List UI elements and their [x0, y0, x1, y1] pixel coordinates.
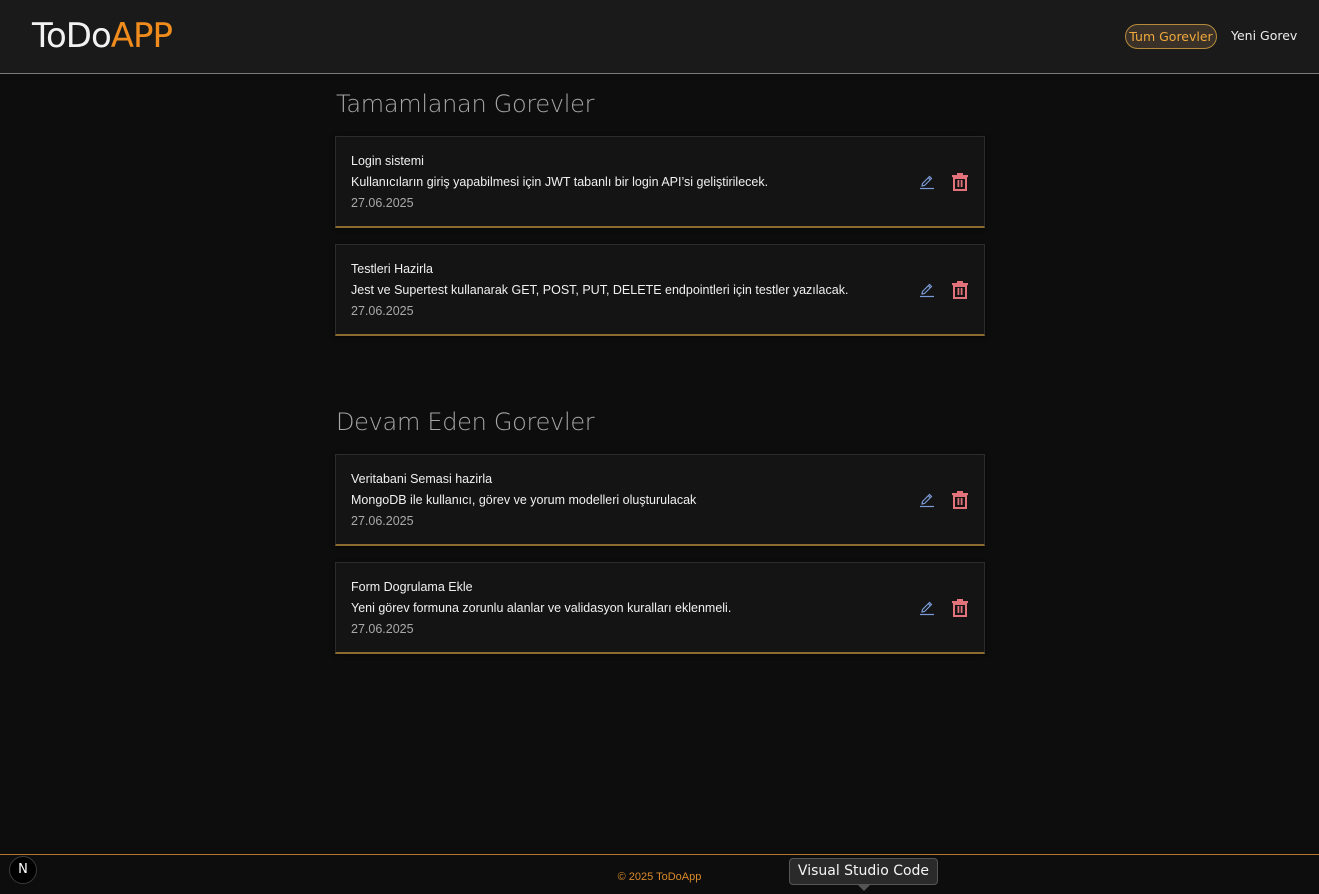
- nextjs-dev-badge[interactable]: N: [9, 856, 37, 884]
- task-description: Kullanıcıların giriş yapabilmesi için JW…: [351, 175, 769, 189]
- section-title-in-progress: Devam Eden Gorevler: [336, 408, 595, 436]
- pencil-icon[interactable]: [919, 492, 935, 508]
- logo-text-app: APP: [110, 16, 173, 56]
- task-description: Yeni görev formuna zorunlu alanlar ve va…: [351, 601, 732, 615]
- section-title-completed: Tamamlanan Gorevler: [336, 90, 595, 118]
- footer: © 2025 ToDoApp: [0, 854, 1319, 894]
- pencil-icon[interactable]: [919, 282, 935, 298]
- nav-all-tasks-button[interactable]: Tum Gorevler: [1125, 24, 1217, 49]
- trash-icon[interactable]: [951, 598, 969, 617]
- app-logo[interactable]: ToDoAPP: [32, 16, 173, 56]
- tooltip-arrow: [858, 885, 870, 891]
- task-description: Jest ve Supertest kullanarak GET, POST, …: [351, 283, 849, 297]
- task-description: MongoDB ile kullanıcı, görev ve yorum mo…: [351, 493, 697, 507]
- task-card: Veritabani Semasi hazirla MongoDB ile ku…: [335, 454, 985, 546]
- task-title: Veritabani Semasi hazirla: [351, 472, 493, 486]
- task-date: 27.06.2025: [351, 622, 414, 636]
- nav-new-task-link[interactable]: Yeni Gorev: [1231, 24, 1297, 49]
- footer-copyright: © 2025 ToDoApp: [617, 871, 702, 883]
- navbar: ToDoAPP Tum Gorevler Yeni Gorev: [0, 0, 1319, 74]
- task-title: Testleri Hazirla: [351, 262, 433, 276]
- task-card: Form Dogrulama Ekle Yeni görev formuna z…: [335, 562, 985, 654]
- pencil-icon[interactable]: [919, 600, 935, 616]
- task-title: Login sistemi: [351, 154, 424, 168]
- trash-icon[interactable]: [951, 172, 969, 191]
- trash-icon[interactable]: [951, 280, 969, 299]
- task-date: 27.06.2025: [351, 304, 414, 318]
- task-card: Testleri Hazirla Jest ve Supertest kulla…: [335, 244, 985, 336]
- task-card: Login sistemi Kullanıcıların giriş yapab…: [335, 136, 985, 228]
- task-date: 27.06.2025: [351, 196, 414, 210]
- logo-text-todo: ToDo: [32, 16, 112, 56]
- taskbar-tooltip: Visual Studio Code: [789, 858, 938, 885]
- task-date: 27.06.2025: [351, 514, 414, 528]
- task-title: Form Dogrulama Ekle: [351, 580, 473, 594]
- pencil-icon[interactable]: [919, 174, 935, 190]
- trash-icon[interactable]: [951, 490, 969, 509]
